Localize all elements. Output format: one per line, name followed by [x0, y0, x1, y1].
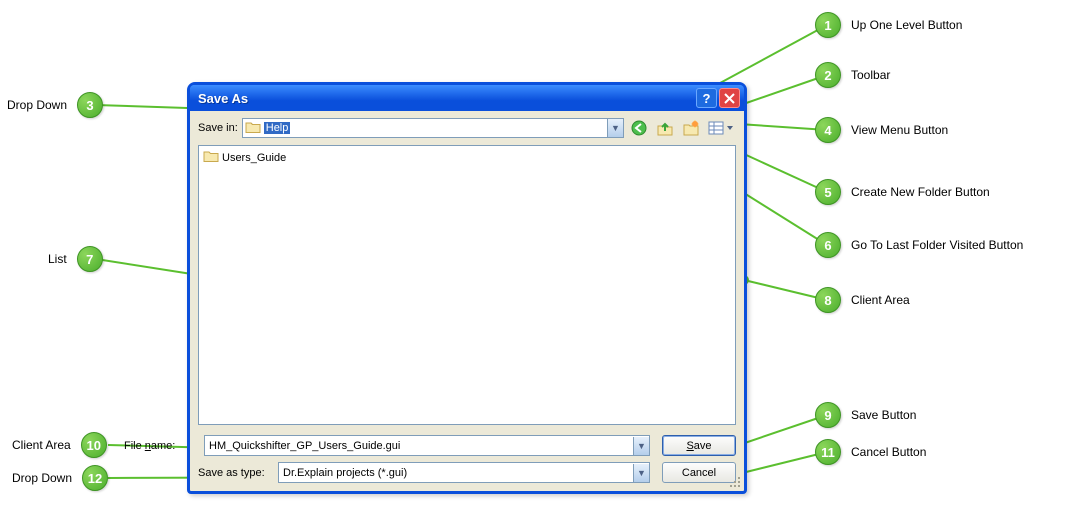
callout-5: 5 Create New Folder Button	[815, 179, 990, 205]
save-button[interactable]: Save	[662, 435, 736, 456]
saveas-label: Save as type:	[198, 467, 272, 479]
callout-label: Save Button	[851, 408, 916, 422]
callout-11: 11 Cancel Button	[815, 439, 926, 465]
callout-badge: 3	[77, 92, 103, 118]
callout-label: Up One Level Button	[851, 18, 962, 32]
folder-icon	[203, 150, 219, 166]
callout-badge: 10	[81, 432, 107, 458]
filename-value: HM_Quickshifter_GP_Users_Guide.gui	[209, 440, 633, 452]
callout-7: 7 List	[48, 246, 103, 272]
callout-label: Go To Last Folder Visited Button	[851, 238, 1023, 252]
go-to-last-folder-button[interactable]	[628, 117, 650, 139]
callout-badge: 8	[815, 287, 841, 313]
chevron-down-icon[interactable]: ▼	[633, 437, 649, 455]
callout-badge: 5	[815, 179, 841, 205]
savein-value: Help	[264, 122, 291, 134]
list-item-label: Users_Guide	[222, 152, 286, 164]
callout-label: Client Area	[12, 438, 71, 452]
filename-label-text: File name:	[124, 440, 198, 452]
resize-grip[interactable]	[729, 476, 741, 488]
callout-3: 3 Drop Down	[7, 92, 103, 118]
chevron-down-icon[interactable]: ▼	[607, 119, 623, 137]
callout-badge: 9	[815, 402, 841, 428]
callout-1: 1 Up One Level Button	[815, 12, 962, 38]
callout-8: 8 Client Area	[815, 287, 910, 313]
toolbar: Save in: Help ▼	[190, 111, 744, 143]
callout-label: Client Area	[851, 293, 910, 307]
callout-label: Create New Folder Button	[851, 185, 990, 199]
list-item[interactable]: Users_Guide	[203, 150, 731, 166]
chevron-down-icon[interactable]: ▼	[633, 464, 649, 482]
callout-badge: 1	[815, 12, 841, 38]
callout-4: 4 View Menu Button	[815, 117, 948, 143]
client-area: n hidden File name: HM_Quickshifter_GP_U…	[190, 429, 744, 491]
callout-label: Drop Down	[7, 98, 67, 112]
callout-2: 2 Toolbar	[815, 62, 890, 88]
dialog-title: Save As	[198, 91, 694, 106]
save-as-dialog: Save As ? Save in: Help ▼	[187, 82, 747, 494]
callout-label: View Menu Button	[851, 123, 948, 137]
filename-input[interactable]: HM_Quickshifter_GP_Users_Guide.gui ▼	[204, 435, 650, 456]
callout-label: List	[48, 252, 67, 266]
callout-badge: 12	[82, 465, 108, 491]
view-menu-button[interactable]	[706, 117, 736, 139]
close-button[interactable]	[719, 88, 740, 108]
callout-badge: 4	[815, 117, 841, 143]
title-bar[interactable]: Save As ?	[190, 85, 744, 111]
callout-badge: 11	[815, 439, 841, 465]
callout-6: 6 Go To Last Folder Visited Button	[815, 232, 1023, 258]
callout-badge: 6	[815, 232, 841, 258]
up-one-level-button[interactable]	[654, 117, 676, 139]
callout-label: Drop Down	[12, 471, 72, 485]
folder-icon	[245, 120, 261, 137]
callout-label: Toolbar	[851, 68, 890, 82]
cancel-button[interactable]: Cancel	[662, 462, 736, 483]
saveas-value: Dr.Explain projects (*.gui)	[283, 467, 633, 479]
help-button[interactable]: ?	[696, 88, 717, 108]
saveas-dropdown[interactable]: Dr.Explain projects (*.gui) ▼	[278, 462, 650, 483]
create-new-folder-button[interactable]	[680, 117, 702, 139]
savein-dropdown[interactable]: Help ▼	[242, 118, 624, 138]
callout-badge: 7	[77, 246, 103, 272]
file-list[interactable]: Users_Guide	[198, 145, 736, 425]
callout-10: 10 Client Area	[12, 432, 107, 458]
callout-label: Cancel Button	[851, 445, 926, 459]
callout-badge: 2	[815, 62, 841, 88]
savein-label: Save in:	[198, 122, 238, 134]
callout-9: 9 Save Button	[815, 402, 916, 428]
callout-12: 12 Drop Down	[12, 465, 108, 491]
